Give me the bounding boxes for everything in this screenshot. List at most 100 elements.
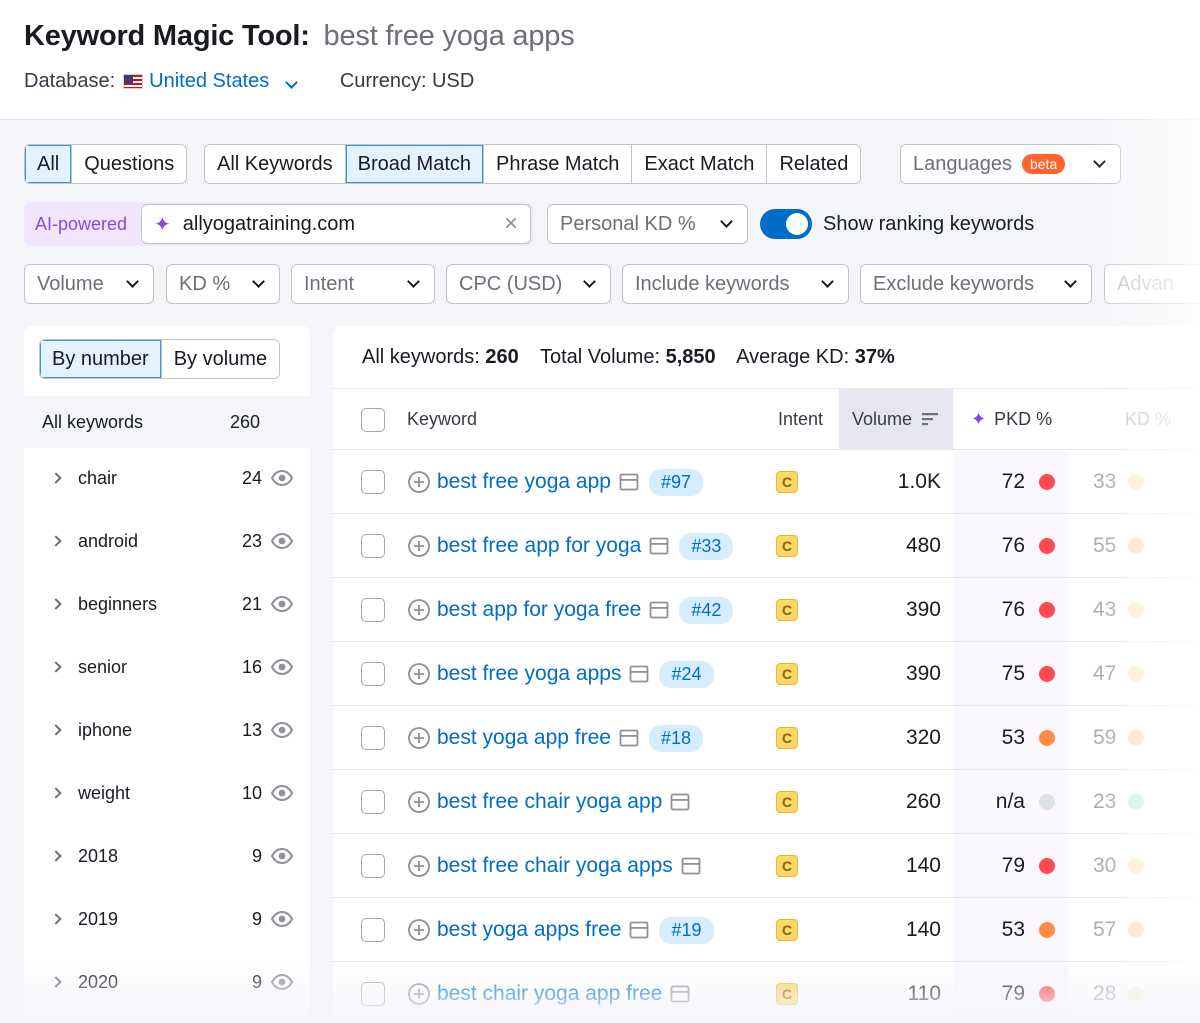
add-to-list-icon[interactable] [407, 534, 431, 558]
keyword-group-item[interactable]: senior 16 [24, 647, 310, 687]
keyword-group-item[interactable]: 2020 9 [24, 962, 310, 1002]
eye-icon[interactable] [270, 907, 294, 931]
kd-value: 47 [1093, 662, 1117, 685]
keyword-group-item[interactable]: chair 24 [24, 458, 310, 498]
exclude-keywords-filter[interactable]: Exclude keywords [860, 264, 1092, 304]
group-name: android [78, 530, 139, 551]
include-keywords-filter[interactable]: Include keywords [622, 264, 849, 304]
row-checkbox[interactable] [361, 982, 385, 1006]
keyword-group-item[interactable]: 2018 9 [24, 836, 310, 876]
tab-exact-match[interactable]: Exact Match [632, 145, 768, 183]
keyword-link[interactable]: best app for yoga free [437, 598, 641, 622]
column-volume[interactable]: Volume [839, 389, 953, 449]
keyword-link[interactable]: best chair yoga app free [437, 982, 662, 1006]
table-row: best free app for yoga #33 C 480 76 55 [333, 514, 1200, 578]
serp-icon[interactable] [649, 601, 669, 619]
serp-icon[interactable] [670, 793, 690, 811]
keyword-link[interactable]: best free chair yoga apps [437, 854, 673, 878]
row-checkbox[interactable] [361, 470, 385, 494]
tab-all[interactable]: All [25, 145, 73, 183]
add-to-list-icon[interactable] [407, 470, 431, 494]
row-checkbox[interactable] [361, 598, 385, 622]
add-to-list-icon[interactable] [407, 982, 431, 1006]
keyword-group-item[interactable]: beginners 21 [24, 584, 310, 624]
keyword-link[interactable]: best free chair yoga app [437, 790, 662, 814]
clear-icon[interactable]: × [504, 210, 518, 238]
all-keywords-summary-value: 260 [485, 346, 519, 368]
add-to-list-icon[interactable] [407, 918, 431, 942]
add-to-list-icon[interactable] [407, 598, 431, 622]
ranking-badge: #42 [679, 596, 734, 624]
personal-kd-dropdown[interactable]: Personal KD % [547, 204, 748, 244]
column-pkd[interactable]: ✦ PKD % [971, 389, 1052, 449]
show-ranking-toggle[interactable] [760, 209, 812, 239]
eye-icon[interactable] [270, 718, 294, 742]
column-keyword[interactable]: Keyword [407, 389, 477, 449]
eye-icon[interactable] [270, 529, 294, 553]
all-keywords-group[interactable]: All keywords 260 [24, 396, 310, 448]
serp-icon[interactable] [629, 665, 649, 683]
add-to-list-icon[interactable] [407, 662, 431, 686]
chevron-right-icon [50, 913, 62, 925]
column-intent[interactable]: Intent [778, 389, 823, 449]
serp-icon[interactable] [629, 921, 649, 939]
keyword-link[interactable]: best free app for yoga [437, 534, 641, 558]
kd-value: 23 [1093, 790, 1117, 813]
eye-icon[interactable] [270, 970, 294, 994]
eye-icon[interactable] [270, 592, 294, 616]
row-checkbox[interactable] [361, 726, 385, 750]
show-ranking-label: Show ranking keywords [823, 213, 1035, 235]
tab-by-volume[interactable]: By volume [162, 340, 279, 378]
eye-icon[interactable] [270, 466, 294, 490]
serp-icon[interactable] [619, 729, 639, 747]
add-to-list-icon[interactable] [407, 854, 431, 878]
eye-icon[interactable] [270, 781, 294, 805]
include-keywords-label: Include keywords [635, 272, 790, 295]
intent-filter[interactable]: Intent [291, 264, 435, 304]
advanced-filters[interactable]: Advan [1104, 264, 1200, 304]
eye-icon[interactable] [270, 844, 294, 868]
tab-broad-match[interactable]: Broad Match [345, 145, 484, 183]
keyword-group-item[interactable]: 2019 9 [24, 899, 310, 939]
tab-related[interactable]: Related [767, 145, 860, 183]
keyword-link[interactable]: best yoga apps free [437, 918, 621, 942]
database-value: United States [149, 70, 270, 92]
add-to-list-icon[interactable] [407, 790, 431, 814]
serp-icon[interactable] [681, 857, 701, 875]
kd-filter[interactable]: KD % [166, 264, 280, 304]
keyword-group-item[interactable]: weight 10 [24, 773, 310, 813]
row-checkbox[interactable] [361, 534, 385, 558]
volume-filter-label: Volume [37, 272, 104, 295]
serp-icon[interactable] [670, 985, 690, 1003]
keyword-link[interactable]: best yoga app free [437, 726, 611, 750]
tab-phrase-match[interactable]: Phrase Match [484, 145, 633, 183]
group-count: 24 [241, 467, 262, 488]
pkd-difficulty-dot [1039, 858, 1055, 874]
total-volume-label: Total Volume: [539, 346, 661, 368]
add-to-list-icon[interactable] [407, 726, 431, 750]
row-checkbox[interactable] [361, 790, 385, 814]
keyword-group-item[interactable]: android 23 [24, 521, 310, 561]
column-kd[interactable]: KD % [1125, 389, 1171, 449]
database-selector[interactable]: United States [149, 70, 302, 93]
keyword-link[interactable]: best free yoga apps [437, 662, 621, 686]
tab-by-number[interactable]: By number [40, 340, 162, 378]
tab-questions[interactable]: Questions [72, 145, 186, 183]
languages-dropdown[interactable]: Languages beta [900, 144, 1121, 184]
row-checkbox[interactable] [361, 662, 385, 686]
volume-filter[interactable]: Volume [24, 264, 154, 304]
cpc-filter[interactable]: CPC (USD) [446, 264, 611, 304]
domain-input[interactable]: ✦ allyogatraining.com × [141, 204, 531, 244]
row-checkbox[interactable] [361, 918, 385, 942]
page-header: Keyword Magic Tool: best free yoga apps … [0, 0, 1200, 120]
keyword-group-item[interactable]: iphone 13 [24, 710, 310, 750]
chevron-down-icon [720, 215, 733, 228]
tab-all-keywords[interactable]: All Keywords [205, 145, 346, 183]
eye-icon[interactable] [270, 655, 294, 679]
all-keywords-label: All keywords [42, 411, 144, 432]
serp-icon[interactable] [619, 473, 639, 491]
serp-icon[interactable] [649, 537, 669, 555]
select-all-checkbox[interactable] [361, 408, 385, 432]
keyword-link[interactable]: best free yoga app [437, 470, 611, 494]
row-checkbox[interactable] [361, 854, 385, 878]
